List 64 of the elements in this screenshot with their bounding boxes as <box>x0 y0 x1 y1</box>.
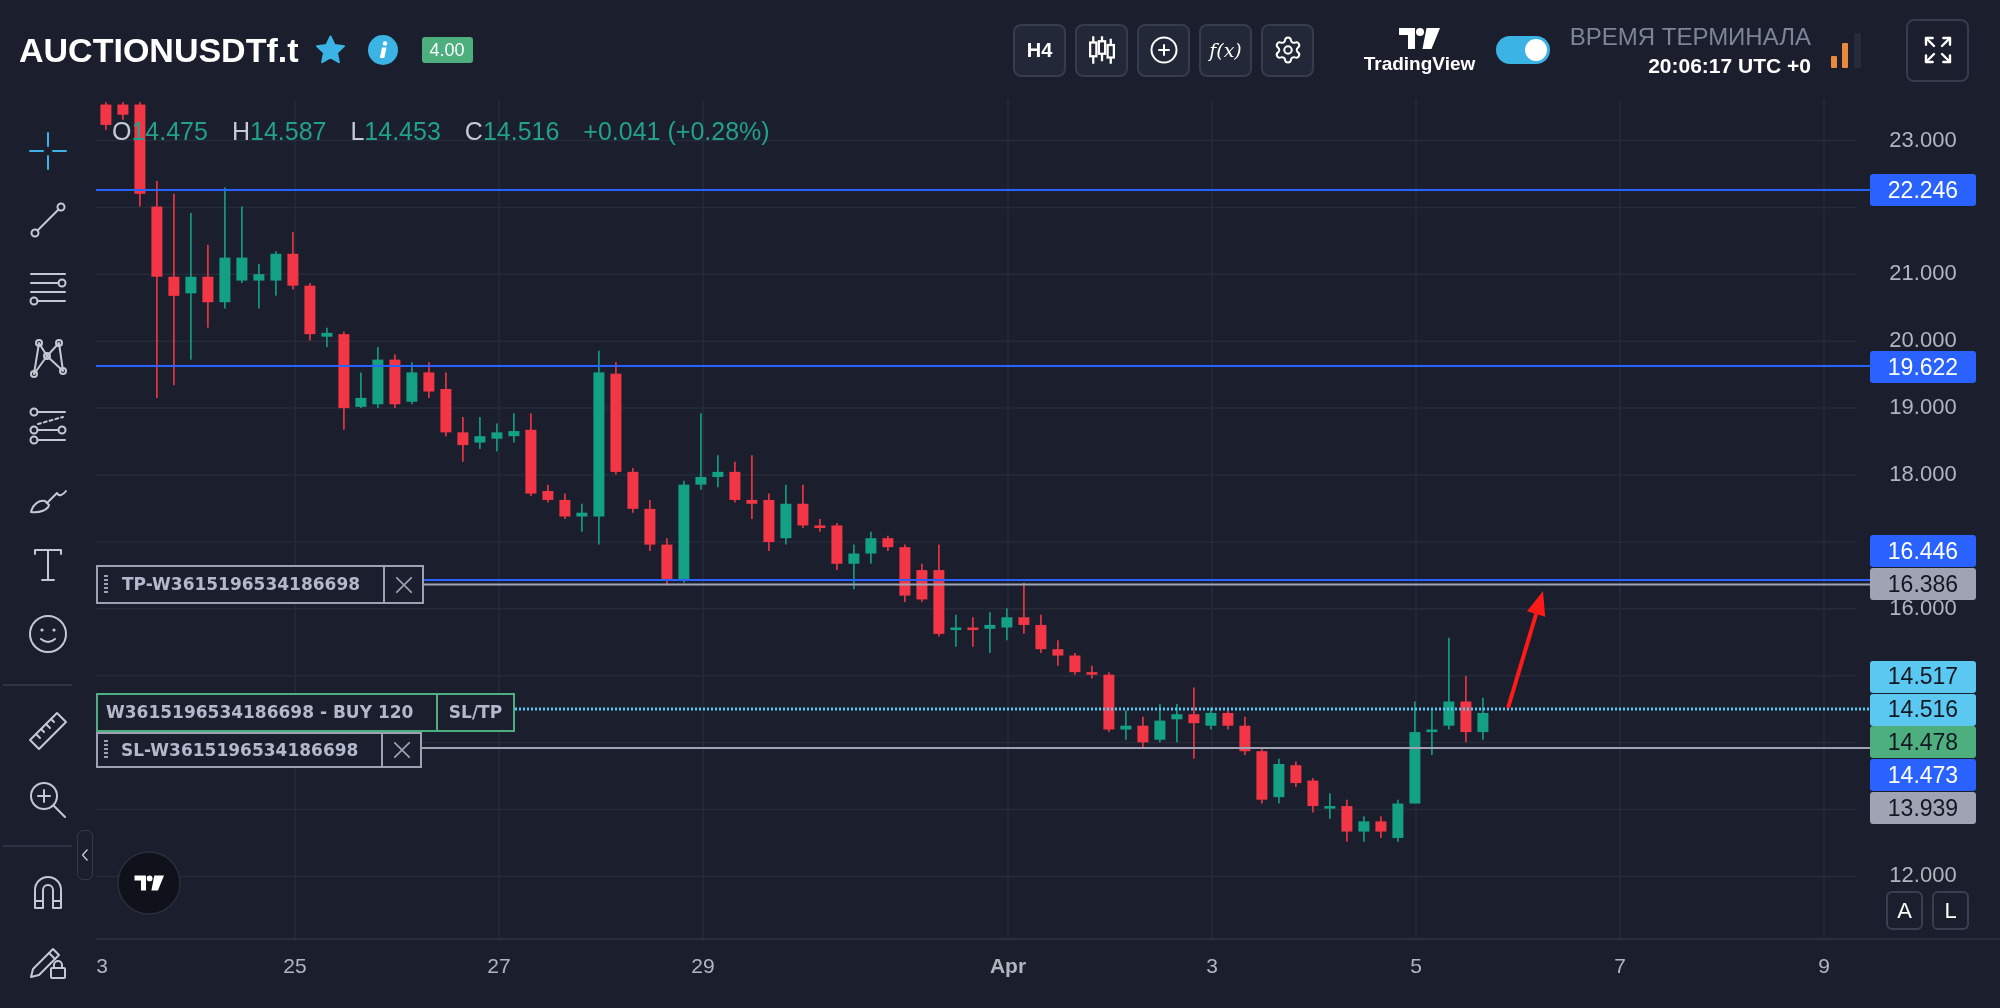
order-label: TP-W3615196534186698 <box>122 576 361 593</box>
close-icon <box>393 742 410 758</box>
candlestick-icon <box>1086 35 1117 65</box>
price-label: 14.478 <box>1870 726 1976 758</box>
logo-icon <box>1399 27 1440 49</box>
signal-icon <box>1831 32 1861 68</box>
terminal-time-label: ВРЕМЯ ТЕРМИНАЛА <box>1569 24 1811 49</box>
order-label: SL-W3615196534186698 <box>121 741 359 759</box>
logo-icon[interactable] <box>117 851 181 915</box>
scale-mode-button[interactable]: L <box>1932 891 1969 930</box>
ohlc-label: C <box>464 117 483 145</box>
price-label: 16.386 <box>1870 568 1976 600</box>
time-label: 5 <box>1410 954 1422 978</box>
price-label: 14.516 <box>1870 693 1976 726</box>
ohlc-value: 14.453 <box>364 117 441 145</box>
price-label: 22.246 <box>1870 174 1976 206</box>
time-label: 29 <box>691 954 715 978</box>
price-tick: 21.000 <box>1889 263 1957 284</box>
scale-mode-button[interactable]: A <box>1886 891 1923 930</box>
chart-type-button[interactable] <box>1075 23 1128 77</box>
ohlc-value: 14.516 <box>482 117 560 145</box>
price-tick: 12.000 <box>1889 865 1957 886</box>
price-tick: 16.000 <box>1889 597 1957 618</box>
time-label: 7 <box>1614 954 1626 978</box>
ohlc-label: H <box>231 117 250 145</box>
time-label: 27 <box>487 954 511 978</box>
price-label: 13.939 <box>1870 792 1976 824</box>
plus-circle-icon <box>1148 35 1179 65</box>
info-icon[interactable] <box>367 35 398 65</box>
drag-handle-icon[interactable] <box>104 740 108 760</box>
price-tick: 19.000 <box>1889 397 1957 418</box>
terminal-time: 20:06:17 UTC +0 <box>1648 54 1811 76</box>
price-tick: 18.000 <box>1889 464 1957 484</box>
brand-name: TradingView <box>1363 53 1476 73</box>
price-label: 14.473 <box>1870 759 1976 791</box>
symbol-name: AUCTIONUSDTf.t <box>19 33 299 67</box>
close-icon <box>395 576 412 593</box>
add-button[interactable] <box>1137 23 1190 77</box>
time-label: 3 <box>96 954 108 978</box>
indicators-button[interactable]: f(x) <box>1199 23 1252 77</box>
price-label: 16.446 <box>1870 535 1976 567</box>
time-label: 3 <box>1206 954 1218 978</box>
price-change: +0.041 (+0.28%) <box>583 117 770 145</box>
ohlc-label: L <box>350 117 365 145</box>
star-icon[interactable] <box>314 35 346 65</box>
payout-badge: 4.00 <box>421 37 473 63</box>
chevron-left-icon <box>82 849 88 861</box>
ohlc-label: O <box>112 117 132 145</box>
price-tick: 20.000 <box>1889 330 1957 351</box>
order-label: W3615196534186698 - BUY 120 <box>106 704 414 721</box>
collapse-button[interactable] <box>77 830 93 880</box>
ohlc-value: 14.587 <box>250 117 327 145</box>
settings-button[interactable] <box>1261 23 1314 77</box>
price-label: 19.622 <box>1870 351 1976 383</box>
time-label: 25 <box>283 954 307 978</box>
drag-handle-icon[interactable] <box>104 574 108 595</box>
time-label: 9 <box>1818 954 1830 978</box>
price-label: 14.517 <box>1870 660 1976 693</box>
price-tick: 23.000 <box>1889 129 1957 150</box>
time-label: Apr <box>989 954 1027 978</box>
fullscreen-button[interactable] <box>1906 18 1969 82</box>
sl-tp-button[interactable]: SL/TP <box>436 695 513 730</box>
chart-switch[interactable] <box>1496 36 1550 64</box>
timeframe-button[interactable]: H4 <box>1013 23 1066 77</box>
